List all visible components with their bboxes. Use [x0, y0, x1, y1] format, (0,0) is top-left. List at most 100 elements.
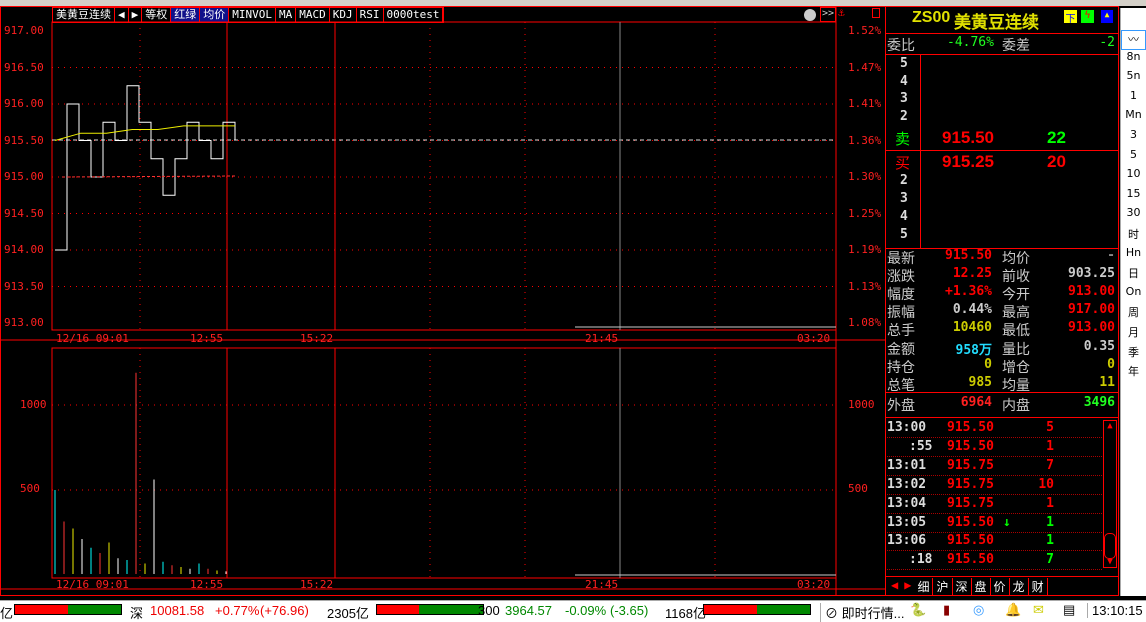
price-tick: 916.50: [4, 60, 44, 74]
wb-label: 委比: [887, 38, 915, 54]
period-button[interactable]: 10: [1121, 167, 1146, 187]
tick-price: 915.50: [947, 533, 994, 549]
stat-value: 11: [1099, 374, 1115, 390]
tab-3[interactable]: 盘: [972, 578, 991, 595]
period-button[interactable]: 季: [1121, 344, 1146, 364]
time-tick: 15:22: [300, 578, 334, 591]
tick-row: 13:06 915.50 1: [887, 533, 1102, 552]
stat-row: 幅度 +1.36% 今开 913.00: [887, 284, 1117, 303]
time-tick: 15:22: [300, 332, 334, 345]
mail-icon[interactable]: ✉: [1033, 602, 1044, 618]
outer-label: 外盘: [887, 398, 915, 414]
tick-row: 13:02 915.75 10: [887, 477, 1102, 495]
bell-icon[interactable]: 🔔: [1005, 602, 1021, 618]
pct-tick: 1.25%: [848, 206, 882, 220]
sidebar-line-icon[interactable]: 〰: [1121, 30, 1146, 50]
sell-price: 915.50: [942, 128, 994, 147]
tick-volume: 5: [1046, 420, 1054, 435]
scroll-down-icon[interactable]: ▼: [1104, 557, 1116, 567]
flash-icon[interactable]: ϟ: [1081, 10, 1094, 23]
hs-value: 3964.57: [505, 603, 552, 618]
sz-bar: [376, 604, 484, 615]
tab-2[interactable]: 深: [953, 578, 972, 595]
stat-label: 最高: [1002, 305, 1030, 322]
news-label: 即时行情...: [841, 606, 905, 621]
period-button[interactable]: 8n: [1121, 50, 1146, 70]
hs-amount: 1168亿: [665, 606, 706, 621]
tab-prev[interactable]: ◀: [888, 578, 901, 595]
outer-value: 6964: [960, 395, 992, 410]
stat-value: 0.44%: [952, 302, 992, 318]
tab-0[interactable]: 细: [914, 578, 934, 595]
price-tick: 914.00: [4, 243, 44, 256]
period-button[interactable]: 5: [1121, 148, 1146, 168]
period-button[interactable]: 15: [1121, 187, 1146, 207]
tick-time: 13:04: [887, 495, 927, 511]
stat-label: 总笔: [887, 377, 915, 394]
status-bar: 亿 深 10081.58 +0.77% (+76.96) 2305亿 300 3…: [0, 600, 1146, 622]
stat-label: 增仓: [1002, 359, 1030, 376]
stat-value: 0: [984, 356, 992, 372]
clock: 13:10:15: [1087, 603, 1143, 618]
up-icon[interactable]: ▲: [1101, 10, 1113, 23]
cabinet-icon[interactable]: ▤: [1063, 602, 1075, 618]
tab-6[interactable]: 财: [1029, 578, 1048, 595]
scroll-up-icon[interactable]: ▲: [1104, 421, 1116, 431]
tick-time: 13:00: [887, 420, 927, 435]
buy-volume: 20: [1047, 152, 1066, 171]
period-button[interactable]: 月: [1121, 324, 1146, 344]
tab-1[interactable]: 沪: [933, 578, 953, 595]
stat-row: 振幅 0.44% 最高 917.00: [887, 302, 1117, 322]
avg-line: [54, 125, 235, 141]
hs-label: 300: [478, 603, 500, 618]
period-button[interactable]: 5n: [1121, 69, 1146, 89]
stat-label: 量比: [1002, 341, 1030, 358]
period-button[interactable]: 周: [1121, 304, 1146, 324]
time-tick: 12/16 09:01: [56, 332, 129, 345]
wc-label: 委差: [1002, 38, 1030, 54]
tick-time: 13:05: [887, 514, 927, 530]
tab-next[interactable]: ▶: [901, 578, 914, 595]
tick-row: :55 915.50 1: [887, 439, 1102, 457]
tick-row: 13:04 915.75 1: [887, 496, 1102, 514]
period-button[interactable]: Hn: [1121, 246, 1146, 266]
quote-name: 美黄豆连续: [954, 13, 1039, 32]
period-button[interactable]: Mn: [1121, 108, 1146, 128]
price-tick: 914.50: [4, 206, 44, 220]
stat-row: 总笔 985 均量 11: [887, 374, 1117, 394]
pct-tick: 1.08%: [848, 316, 882, 329]
sz-chg: (+76.96): [260, 603, 309, 618]
period-button[interactable]: 3: [1121, 128, 1146, 148]
tab-4[interactable]: 价: [991, 578, 1010, 595]
stat-value: 913.00: [1068, 320, 1115, 336]
period-button[interactable]: 时: [1121, 226, 1146, 246]
compass-icon[interactable]: ◎: [973, 602, 984, 618]
stat-label: 均价: [1002, 251, 1030, 267]
sell-level: 4: [900, 73, 908, 89]
tick-volume: 7: [1046, 552, 1054, 568]
stat-label: 金额: [887, 341, 915, 358]
tick-volume: 1: [1046, 495, 1054, 511]
tick-scrollbar[interactable]: ▲ ▼: [1103, 420, 1117, 568]
period-button[interactable]: 年: [1121, 363, 1146, 383]
wc-value: -2: [1099, 35, 1115, 50]
period-button[interactable]: On: [1121, 285, 1146, 305]
period-button[interactable]: 日: [1121, 265, 1146, 285]
sell-level: 2: [900, 108, 908, 124]
database-icon[interactable]: ▮: [943, 602, 950, 618]
buy-level: 5: [900, 227, 908, 242]
news-button[interactable]: ⊘ 即时行情...: [820, 603, 904, 622]
pct-tick: 1.13%: [848, 279, 882, 293]
stat-row: 金额 958万 量比 0.35: [887, 338, 1117, 358]
down-icon[interactable]: 下: [1064, 10, 1077, 25]
tab-5[interactable]: 龙: [1010, 578, 1029, 595]
period-button[interactable]: 1: [1121, 89, 1146, 109]
python-icon[interactable]: 🐍: [910, 602, 926, 618]
period-button[interactable]: 30: [1121, 206, 1146, 226]
sz-label: 深: [130, 606, 144, 621]
tick-time: :55: [909, 438, 933, 454]
scroll-thumb[interactable]: [1104, 533, 1116, 559]
stat-value: 0.35: [1083, 338, 1115, 354]
time-tick: 21:45: [585, 578, 619, 591]
time-tick: 12/16 09:01: [56, 578, 129, 591]
